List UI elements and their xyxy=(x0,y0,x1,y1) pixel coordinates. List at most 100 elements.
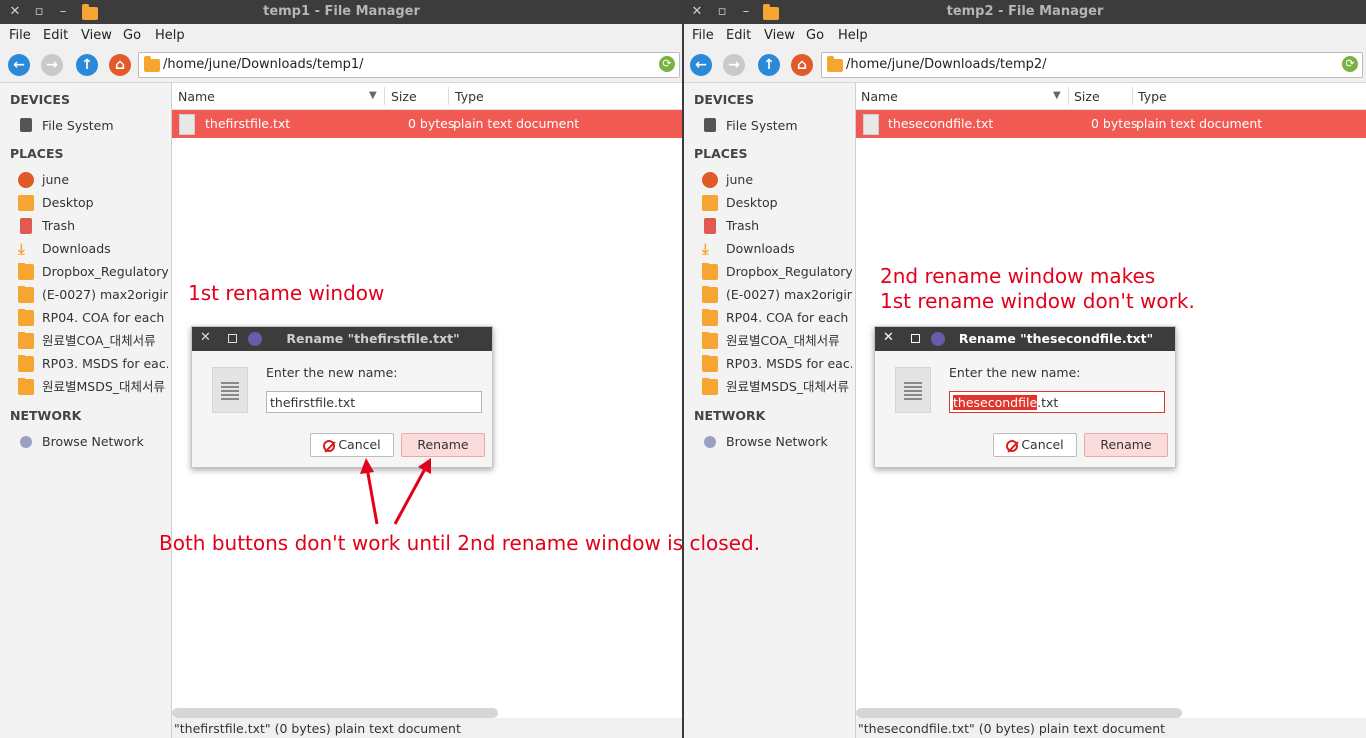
forward-icon[interactable]: → xyxy=(723,54,745,76)
rename-button[interactable]: Rename xyxy=(1084,433,1168,457)
menu-help[interactable]: Help xyxy=(838,28,868,43)
column-separator xyxy=(384,87,385,105)
sidebar: DEVICES File System PLACES june Desktop … xyxy=(684,83,856,738)
sidebar-item-june[interactable]: june xyxy=(702,171,852,189)
menu-go[interactable]: Go xyxy=(806,28,824,43)
location-path: /home/june/Downloads/temp1/ xyxy=(163,57,364,72)
annotation-second-line1: 2nd rename window makes xyxy=(880,264,1156,288)
back-icon[interactable]: ← xyxy=(690,54,712,76)
home-icon[interactable]: ⌂ xyxy=(791,54,813,76)
cancel-icon xyxy=(1006,440,1019,452)
trash-icon xyxy=(20,218,32,234)
menu-view[interactable]: View xyxy=(81,28,112,43)
column-size[interactable]: Size xyxy=(391,89,417,104)
up-icon[interactable]: ↑ xyxy=(76,54,98,76)
folder-icon xyxy=(702,355,718,372)
cancel-button[interactable]: Cancel xyxy=(310,433,394,457)
sidebar-item-bookmark[interactable]: 원료별COA_대체서류 xyxy=(702,332,852,350)
sidebar-heading-network: NETWORK xyxy=(10,408,82,423)
column-name[interactable]: Name xyxy=(861,89,898,104)
sidebar-item-browse-network[interactable]: Browse Network xyxy=(702,433,852,451)
folder-icon xyxy=(144,56,160,72)
column-header: Name ▼ Size Type xyxy=(172,83,683,110)
sidebar-item-bookmark[interactable]: (E-0027) max2origin... xyxy=(18,286,168,304)
file-size: 0 bytes xyxy=(408,116,455,131)
maximize-icon[interactable] xyxy=(911,334,920,343)
menu-go[interactable]: Go xyxy=(123,28,141,43)
rename-button[interactable]: Rename xyxy=(401,433,485,457)
text-file-icon xyxy=(212,367,248,413)
folder-icon xyxy=(18,332,34,349)
table-row[interactable]: thesecondfile.txt 0 bytes plain text doc… xyxy=(856,110,1366,138)
sidebar-item-bookmark[interactable]: RP03. MSDS for eac... xyxy=(702,355,852,373)
cancel-button[interactable]: Cancel xyxy=(993,433,1077,457)
rename-prompt: Enter the new name: xyxy=(266,365,398,380)
cancel-label: Cancel xyxy=(338,437,381,452)
back-icon[interactable]: ← xyxy=(8,54,30,76)
file-name: thesecondfile.txt xyxy=(888,116,994,131)
maximize-icon[interactable] xyxy=(228,334,237,343)
menu-file[interactable]: File xyxy=(692,28,714,43)
menu-bar: File Edit View Go Help xyxy=(0,24,683,48)
rename-label: Rename xyxy=(1100,437,1152,452)
location-bar[interactable]: /home/june/Downloads/temp1/ ⟳ xyxy=(138,52,680,78)
location-bar[interactable]: /home/june/Downloads/temp2/ ⟳ xyxy=(821,52,1363,78)
sidebar-item-bookmark[interactable]: 원료별MSDS_대체서류 xyxy=(18,378,168,396)
home-icon[interactable]: ⌂ xyxy=(109,54,131,76)
sidebar-item-file-system[interactable]: File System xyxy=(18,117,168,135)
sidebar-item-desktop[interactable]: Desktop xyxy=(702,194,852,212)
sidebar-item-bookmark[interactable]: Dropbox_Regulatory... xyxy=(18,263,168,281)
sidebar-item-desktop[interactable]: Desktop xyxy=(18,194,168,212)
sidebar-item-downloads[interactable]: ⤓ Downloads xyxy=(702,240,852,258)
sidebar-item-june[interactable]: june xyxy=(18,171,168,189)
sidebar-item-bookmark[interactable]: 원료별COA_대체서류 xyxy=(18,332,168,350)
up-icon[interactable]: ↑ xyxy=(758,54,780,76)
column-type[interactable]: Type xyxy=(1138,89,1167,104)
rename-input[interactable]: thefirstfile.txt xyxy=(266,391,482,413)
dialog-title-bar: ✕ Rename "thesecondfile.txt" xyxy=(875,327,1175,351)
toolbar: ← → ↑ ⌂ /home/june/Downloads/temp1/ ⟳ xyxy=(0,48,683,83)
title-bar: ✕ ▫ – temp2 - File Manager xyxy=(684,0,1366,24)
sidebar-item-browse-network[interactable]: Browse Network xyxy=(18,433,168,451)
menu-help[interactable]: Help xyxy=(155,28,185,43)
folder-icon xyxy=(18,263,34,280)
sidebar-item-trash[interactable]: Trash xyxy=(18,217,168,235)
reload-icon[interactable]: ⟳ xyxy=(1342,56,1358,72)
column-separator xyxy=(1132,87,1133,105)
menu-edit[interactable]: Edit xyxy=(726,28,751,43)
download-icon: ⤓ xyxy=(18,240,25,258)
sidebar-item-trash[interactable]: Trash xyxy=(702,217,852,235)
network-icon xyxy=(704,436,716,448)
text-file-icon xyxy=(863,114,879,135)
rename-input[interactable]: thesecondfile.txt xyxy=(949,391,1165,413)
sidebar-item-bookmark[interactable]: Dropbox_Regulatory... xyxy=(702,263,852,281)
folder-icon xyxy=(18,378,34,395)
sidebar-item-downloads[interactable]: ⤓ Downloads xyxy=(18,240,168,258)
menu-view[interactable]: View xyxy=(764,28,795,43)
table-row[interactable]: thefirstfile.txt 0 bytes plain text docu… xyxy=(172,110,683,138)
sidebar-item-bookmark[interactable]: RP04. COA for each i... xyxy=(702,309,852,327)
menu-edit[interactable]: Edit xyxy=(43,28,68,43)
drive-icon xyxy=(704,118,716,132)
desktop-icon xyxy=(702,195,718,211)
column-size[interactable]: Size xyxy=(1074,89,1100,104)
dialog-title-bar: ✕ Rename "thefirstfile.txt" xyxy=(192,327,492,351)
close-icon[interactable]: ✕ xyxy=(200,330,211,345)
sidebar-item-bookmark[interactable]: 원료별MSDS_대체서류 xyxy=(702,378,852,396)
title-bar: ✕ ▫ – temp1 - File Manager xyxy=(0,0,683,24)
horizontal-scrollbar[interactable] xyxy=(172,708,498,718)
column-type[interactable]: Type xyxy=(455,89,484,104)
sidebar-item-bookmark[interactable]: RP03. MSDS for eac... xyxy=(18,355,168,373)
close-icon[interactable]: ✕ xyxy=(883,330,894,345)
menu-file[interactable]: File xyxy=(9,28,31,43)
sidebar-item-bookmark[interactable]: RP04. COA for each i... xyxy=(18,309,168,327)
column-name[interactable]: Name xyxy=(178,89,215,104)
forward-icon[interactable]: → xyxy=(41,54,63,76)
sidebar-item-bookmark[interactable]: (E-0027) max2origin... xyxy=(702,286,852,304)
reload-icon[interactable]: ⟳ xyxy=(659,56,675,72)
sort-arrow-icon: ▼ xyxy=(369,90,377,101)
column-header: Name ▼ Size Type xyxy=(856,83,1366,110)
sort-arrow-icon: ▼ xyxy=(1053,90,1061,101)
horizontal-scrollbar[interactable] xyxy=(856,708,1182,718)
sidebar-item-file-system[interactable]: File System xyxy=(702,117,852,135)
